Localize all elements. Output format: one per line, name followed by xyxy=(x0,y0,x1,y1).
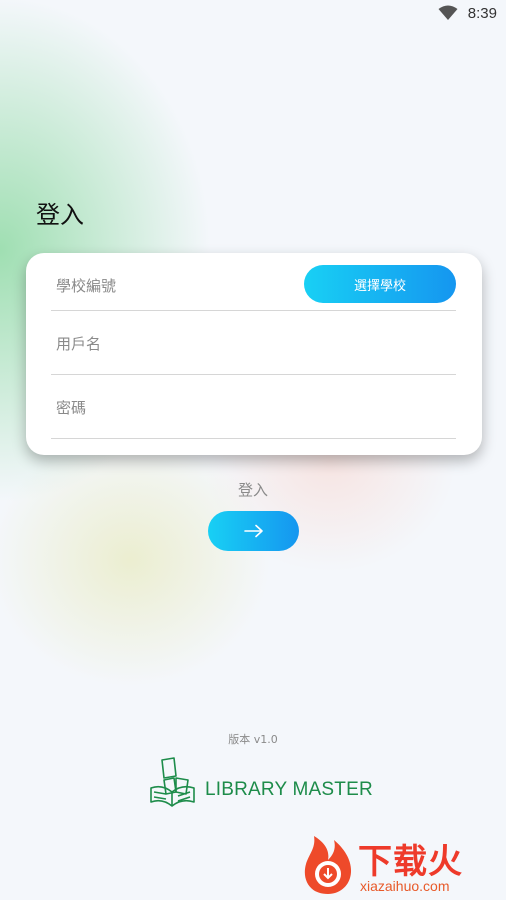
page-title: 登入 xyxy=(36,201,84,229)
login-card: 學校編號 選擇學校 用戶名 密碼 xyxy=(26,253,482,455)
username-placeholder: 用戶名 xyxy=(56,335,102,353)
school-id-placeholder: 學校編號 xyxy=(56,277,117,295)
brand-name: LIBRARY MASTER xyxy=(205,779,373,800)
watermark-title: 下载火 xyxy=(358,842,463,882)
flame-logo-icon xyxy=(304,836,352,894)
school-id-field[interactable]: 學校編號 選擇學校 xyxy=(51,253,456,311)
password-field[interactable]: 密碼 xyxy=(51,375,456,439)
status-time: 8:39 xyxy=(467,5,497,22)
watermark: 下载火 xiazaihuo.com xyxy=(296,832,506,900)
select-school-button[interactable]: 選擇學校 xyxy=(304,265,456,303)
username-field[interactable]: 用戶名 xyxy=(51,311,456,375)
wifi-icon xyxy=(438,5,458,20)
version-text: 版本 v1.0 xyxy=(228,733,278,746)
watermark-url: xiazaihuo.com xyxy=(360,878,450,894)
library-master-logo-icon xyxy=(150,757,195,807)
status-bar: 8:39 xyxy=(0,0,506,28)
arrow-right-icon xyxy=(243,524,263,538)
login-label: 登入 xyxy=(237,481,268,499)
password-placeholder: 密碼 xyxy=(56,399,87,417)
login-submit-button[interactable] xyxy=(208,511,299,551)
